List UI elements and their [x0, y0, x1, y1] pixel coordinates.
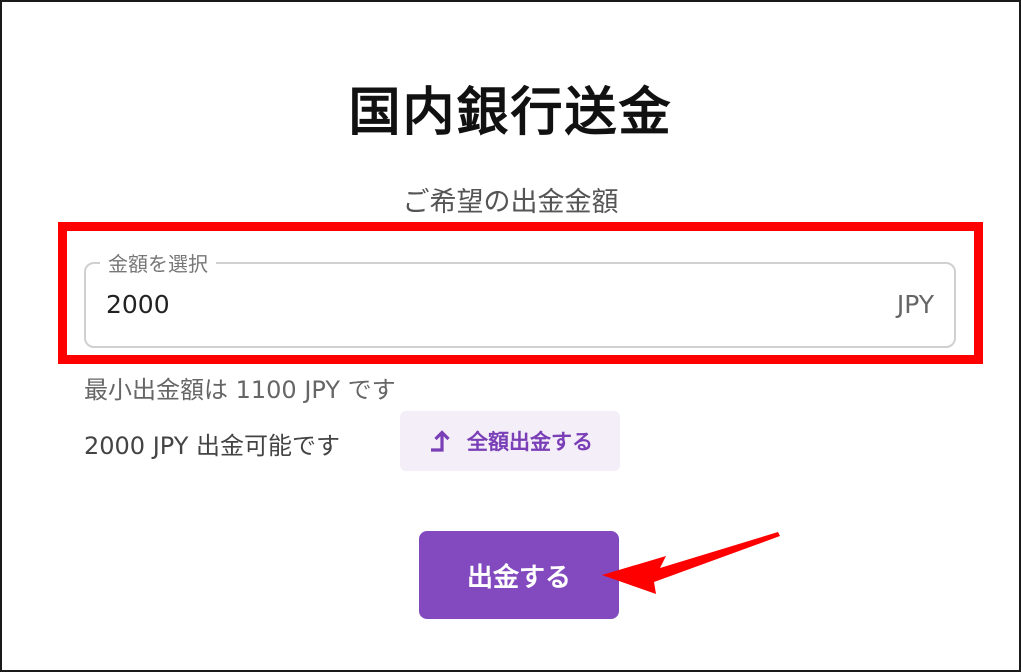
- currency-suffix: JPY: [896, 290, 934, 319]
- withdraw-all-button[interactable]: 全額出金する: [400, 411, 620, 471]
- submit-label: 出金する: [466, 562, 571, 593]
- amount-subtitle: ご希望の出金金額: [402, 187, 619, 218]
- withdraw-all-label: 全額出金する: [467, 430, 593, 454]
- arrow-annotation-icon: [590, 520, 790, 604]
- available-amount-note: 2000 JPY 出金可能です: [84, 432, 341, 460]
- page-title: 国内銀行送金: [348, 83, 673, 143]
- amount-field-legend: 金額を選択: [100, 248, 216, 277]
- minimum-amount-note: 最小出金額は 1100 JPY です: [84, 376, 396, 404]
- amount-field-value[interactable]: 2000: [106, 290, 170, 319]
- arrow-up-icon: [427, 428, 453, 454]
- withdraw-submit-button[interactable]: 出金する: [419, 531, 619, 619]
- amount-input[interactable]: 金額を選択 2000 JPY: [84, 248, 956, 348]
